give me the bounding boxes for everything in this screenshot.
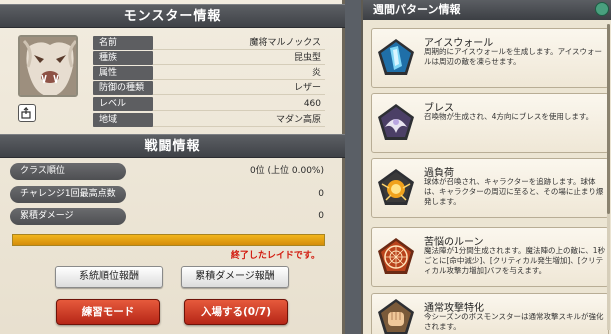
info-row-attribute: 属性 炎 [93, 66, 325, 80]
info-value: 魔将マルノックス [249, 38, 321, 48]
raid-progress-bar [12, 234, 325, 246]
info-label: 名前 [93, 36, 153, 50]
overload-icon [378, 169, 414, 205]
pattern-description: 周期的にアイスウォールを生成します。アイスウォールは周辺の敵を凍らせます。 [424, 47, 603, 66]
raid-status-text: 終了したレイドです。 [230, 251, 320, 261]
damage-reward-button[interactable]: 累積ダメージ報酬 [181, 266, 289, 288]
weekly-pattern-title: 週間パターン情報 [363, 0, 611, 20]
pattern-card-ice-wall[interactable]: アイスウォール 周期的にアイスウォールを生成します。アイスウォールは周辺の敵を凍… [371, 28, 609, 88]
info-row-race: 種族 昆虫型 [93, 51, 325, 65]
info-row-defense-type: 防御の種類 レザー [93, 81, 325, 95]
pattern-card-overload[interactable]: 過負荷 球体が召喚され、キャラクターを追跡します。球体は、キャラクターの周辺に至… [371, 158, 609, 218]
pattern-card-breath[interactable]: ブレス 召喚物が生成され、4方向にブレスを使用します。 [371, 93, 609, 153]
battle-info-title: 戦闘情報 [0, 134, 345, 158]
share-icon [21, 107, 31, 119]
stat-row-total-damage: 累積ダメージ 0 [10, 208, 328, 225]
info-value: 炎 [311, 68, 321, 78]
info-value: 460 [303, 99, 321, 109]
stat-value: 0 [318, 211, 324, 221]
rune-icon [378, 238, 414, 274]
info-row-level: レベル 460 [93, 97, 325, 111]
info-label: 地域 [93, 113, 153, 127]
weekly-pattern-panel: 週間パターン情報 アイスウォール 周期的にアイスウォールを生成します。アイスウォ… [361, 0, 611, 334]
stat-label: チャレンジ1回最高点数 [10, 186, 126, 203]
pattern-description: 召喚物が生成され、4方向にブレスを使用します。 [424, 112, 594, 121]
pattern-scrollbar[interactable] [607, 24, 610, 330]
ice-wall-icon [378, 39, 414, 75]
info-value: 昆虫型 [293, 53, 321, 63]
pattern-description: 球体が召喚され、キャラクターを追跡します。球体は、キャラクターの周辺に至ると、そ… [424, 177, 604, 206]
info-label: レベル [93, 97, 153, 111]
raid-progress-fill [13, 235, 324, 245]
ranking-reward-button[interactable]: 系統順位報酬 [55, 266, 163, 288]
pattern-description: 魔法陣が1分間生成されます。魔法陣の上の敵に、1秒ごとに[命中減少]、[クリティ… [424, 246, 606, 275]
stat-row-class-rank: クラス順位 0位 (上位 0.00%) [10, 163, 328, 180]
pattern-scrollbar-thumb[interactable] [607, 24, 610, 214]
info-value: レザー [293, 83, 321, 93]
pattern-card-normal-attack[interactable]: 通常攻撃特化 今シーズンのボスモンスターは通常攻撃スキルが強化されます。 [371, 293, 609, 334]
pattern-description: 今シーズンのボスモンスターは通常攻撃スキルが強化されます。 [424, 312, 604, 331]
info-row-name: 名前 魔将マルノックス [93, 36, 325, 50]
stat-label: 累積ダメージ [10, 208, 126, 225]
stat-row-best-score: チャレンジ1回最高点数 0 [10, 186, 328, 203]
fist-icon [378, 299, 414, 334]
stat-value: 0位 (上位 0.00%) [249, 166, 324, 176]
monster-portrait [18, 35, 78, 97]
info-label: 種族 [93, 51, 153, 65]
pattern-card-rune[interactable]: 苦悩のルーン 魔法陣が1分間生成されます。魔法陣の上の敵に、1秒ごとに[命中減少… [371, 227, 609, 287]
breath-icon [378, 104, 414, 140]
monster-info-title: モンスター情報 [0, 4, 345, 28]
enter-button[interactable]: 入場する(0/7) [184, 299, 288, 325]
info-row-region: 地域 マダン高原 [93, 113, 325, 127]
info-label: 防御の種類 [93, 81, 153, 95]
info-label: 属性 [93, 66, 153, 80]
share-button[interactable] [18, 104, 36, 122]
status-orb-icon [595, 2, 609, 16]
stat-label: クラス順位 [10, 163, 126, 180]
stat-value: 0 [318, 189, 324, 199]
info-value: マダン高原 [275, 115, 321, 125]
practice-mode-button[interactable]: 練習モード [56, 299, 160, 325]
monster-info-panel: モンスター情報 名前 魔将マルノックス 種族 昆虫型 属性 炎 防御の種類 レザ… [0, 0, 345, 334]
